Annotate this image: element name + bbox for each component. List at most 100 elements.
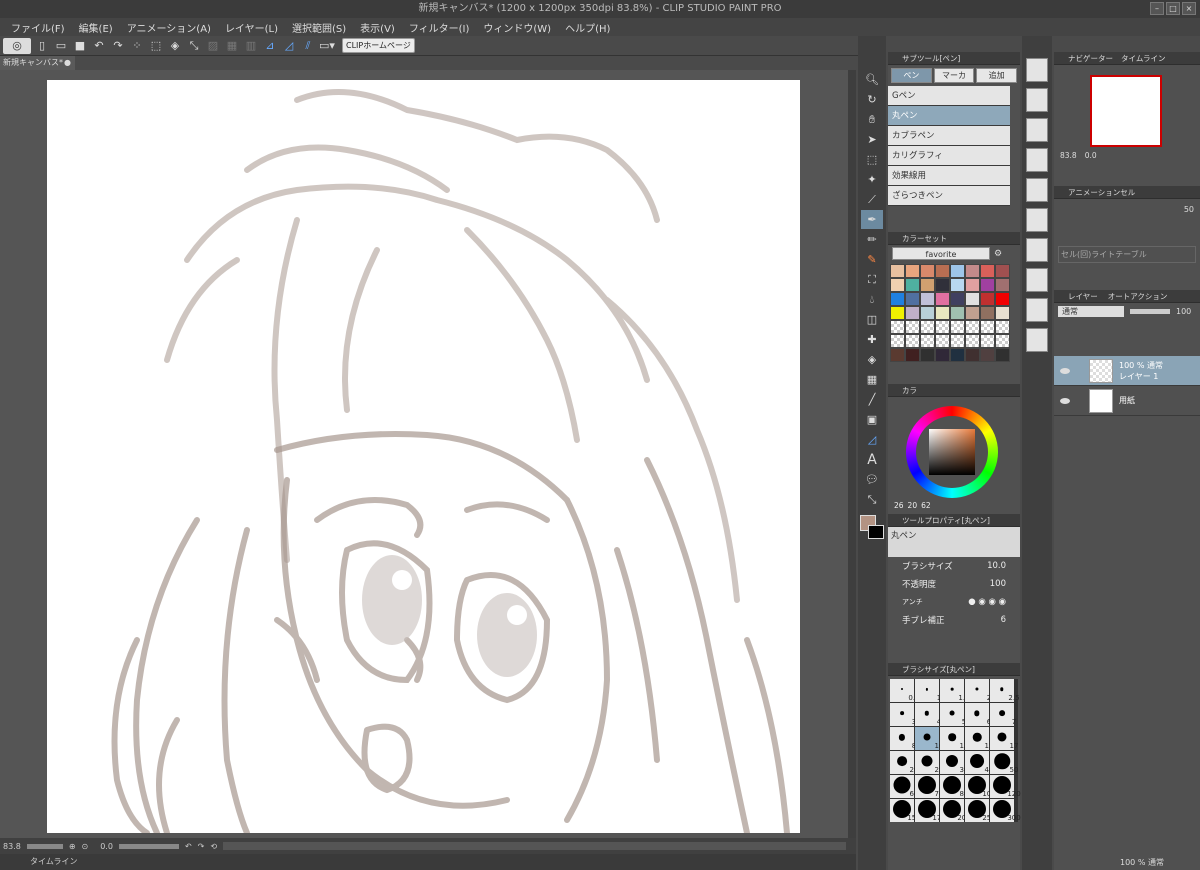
material-icon[interactable] [1026,268,1048,292]
brush-size-cell[interactable]: 40 [965,751,993,774]
fill-icon[interactable]: ◈ [167,38,183,54]
close-button[interactable]: × [1182,2,1196,15]
brush-size-cell[interactable]: 4 [915,703,941,726]
material-icon[interactable] [1026,88,1048,112]
clip-studio-icon[interactable]: ◎ [3,37,31,54]
minimize-button[interactable]: – [1150,2,1164,15]
brush-size-cell[interactable]: 12 [940,727,968,750]
brush-size-cell[interactable]: 300 [990,799,1021,822]
brush-size-cell[interactable]: 200 [940,799,971,822]
color-swatch[interactable] [920,348,935,362]
color-swatch[interactable] [935,320,950,334]
brush-size-cell[interactable]: 70 [915,775,943,798]
auto-action-tab[interactable]: オートアクション [1108,290,1168,302]
animation-cel-value[interactable]: 50 [1184,205,1194,214]
select-tool-icon[interactable]: ⬚ [861,150,883,169]
navigator-tab[interactable]: ナビゲーター [1068,52,1113,64]
color-swatch[interactable] [980,292,995,306]
color-swatch[interactable] [950,348,965,362]
navigator-zoom[interactable]: 83.8 [1060,151,1077,160]
balloon-icon[interactable]: 💬︎ [861,470,883,489]
reset-rotation-icon[interactable]: ⟲ [210,842,217,851]
brush-size-cell[interactable]: 1 [915,679,941,702]
material-icon[interactable] [1026,58,1048,82]
brush-size-cell[interactable]: 3 [890,703,916,726]
hand-tool-icon[interactable]: ✋︎ [861,110,883,129]
light-table-label[interactable]: セル(回)ライトテーブル [1058,246,1196,263]
snap-special-ruler-icon[interactable]: ▨ [205,38,221,54]
display-icon[interactable]: ▭▾ [319,38,335,54]
rotate-tool-icon[interactable]: ↻ [861,90,883,109]
brush-size-cell[interactable]: 1.5 [940,679,970,702]
brush-size-cell[interactable]: 30 [940,751,968,774]
color-swatch[interactable] [995,334,1010,348]
zoom-slider[interactable] [26,843,63,849]
color-swatch[interactable] [995,264,1010,278]
color-swatch[interactable] [950,292,965,306]
fill-tool-icon[interactable]: ◈ [861,350,883,369]
material-icon[interactable] [1026,148,1048,172]
open-folder-icon[interactable]: ▭ [53,38,69,54]
layer-name[interactable]: 用紙 [1119,395,1135,406]
stabilization-row[interactable]: 手ブレ補正 6 [888,611,1020,629]
color-swatch[interactable] [890,306,905,320]
color-swatch[interactable] [920,292,935,306]
color-swatch[interactable] [980,264,995,278]
colorset-select[interactable]: favorite [892,247,990,260]
color-swatch[interactable] [950,320,965,334]
perspective-icon[interactable]: ◿ [281,38,297,54]
color-swatch[interactable] [935,306,950,320]
brush-size-cell[interactable]: 5 [940,703,966,726]
color-swatch[interactable] [965,306,980,320]
color-swatch[interactable] [965,334,980,348]
color-swatch[interactable] [965,320,980,334]
menu-view[interactable]: 表示(V) [353,20,402,35]
text-tool-icon[interactable]: A [861,450,883,469]
brush-size-cell[interactable]: 120 [990,775,1021,798]
material-icon[interactable] [1026,328,1048,352]
brush-size-cell[interactable]: 17 [990,727,1018,750]
brush-tool-icon[interactable]: ✎ [861,250,883,269]
color-swatch[interactable] [995,348,1010,362]
color-swatch[interactable] [995,306,1010,320]
close-tab-icon[interactable]: ● [64,56,71,70]
antialias-row[interactable]: アンチ ● ◉ ◉ ◉ [888,593,1020,611]
snap-grid-icon[interactable]: ▦ [224,38,240,54]
transform-icon[interactable]: ⤡ [186,38,202,54]
brush-size-cell[interactable]: 100 [965,775,996,798]
color-swatch[interactable] [935,334,950,348]
brush-size-cell[interactable]: 60 [890,775,918,798]
navigator-angle[interactable]: 0.0 [1085,151,1097,160]
opacity-slider[interactable] [1130,309,1170,314]
brush-size-value[interactable]: 10.0 [987,561,1006,571]
clear-selection-icon[interactable]: ⁘ [129,38,145,54]
menu-window[interactable]: ウィンドウ(W) [476,20,558,35]
rotate-left-icon[interactable]: ↶ [185,842,192,851]
snap-ruler-icon[interactable]: ▥ [243,38,259,54]
color-swatch[interactable] [950,278,965,292]
brush-size-cell[interactable]: 150 [890,799,921,822]
subtool-item[interactable]: ざらつきペン [888,186,1010,206]
color-swatch[interactable] [905,320,920,334]
brush-size-cell[interactable]: 170 [915,799,946,822]
color-swatch[interactable] [980,334,995,348]
color-swatch[interactable] [920,320,935,334]
decoration-icon[interactable]: ✚ [861,330,883,349]
color-swatch[interactable] [890,292,905,306]
color-swatch[interactable] [965,264,980,278]
subtool-tab-add[interactable]: 追加 [976,68,1018,83]
ruler-tool-icon[interactable]: ◿ [861,430,883,449]
color-swatch[interactable] [980,348,995,362]
color-swatch[interactable] [905,292,920,306]
color-swatch[interactable] [890,320,905,334]
angle-value[interactable]: 0.0 [100,842,113,851]
color-swatch[interactable] [905,306,920,320]
ruler-icon[interactable]: ⊿ [262,38,278,54]
zoom-value[interactable]: 83.8 [3,842,21,851]
brush-size-cell[interactable]: 50 [990,751,1018,774]
color-swatch[interactable] [935,264,950,278]
rotate-right-icon[interactable]: ↷ [198,842,205,851]
clip-home-button[interactable]: CLIPホームページ [342,38,415,53]
menu-edit[interactable]: 編集(E) [72,20,120,35]
fit-icon[interactable]: ⊕ [69,842,76,851]
